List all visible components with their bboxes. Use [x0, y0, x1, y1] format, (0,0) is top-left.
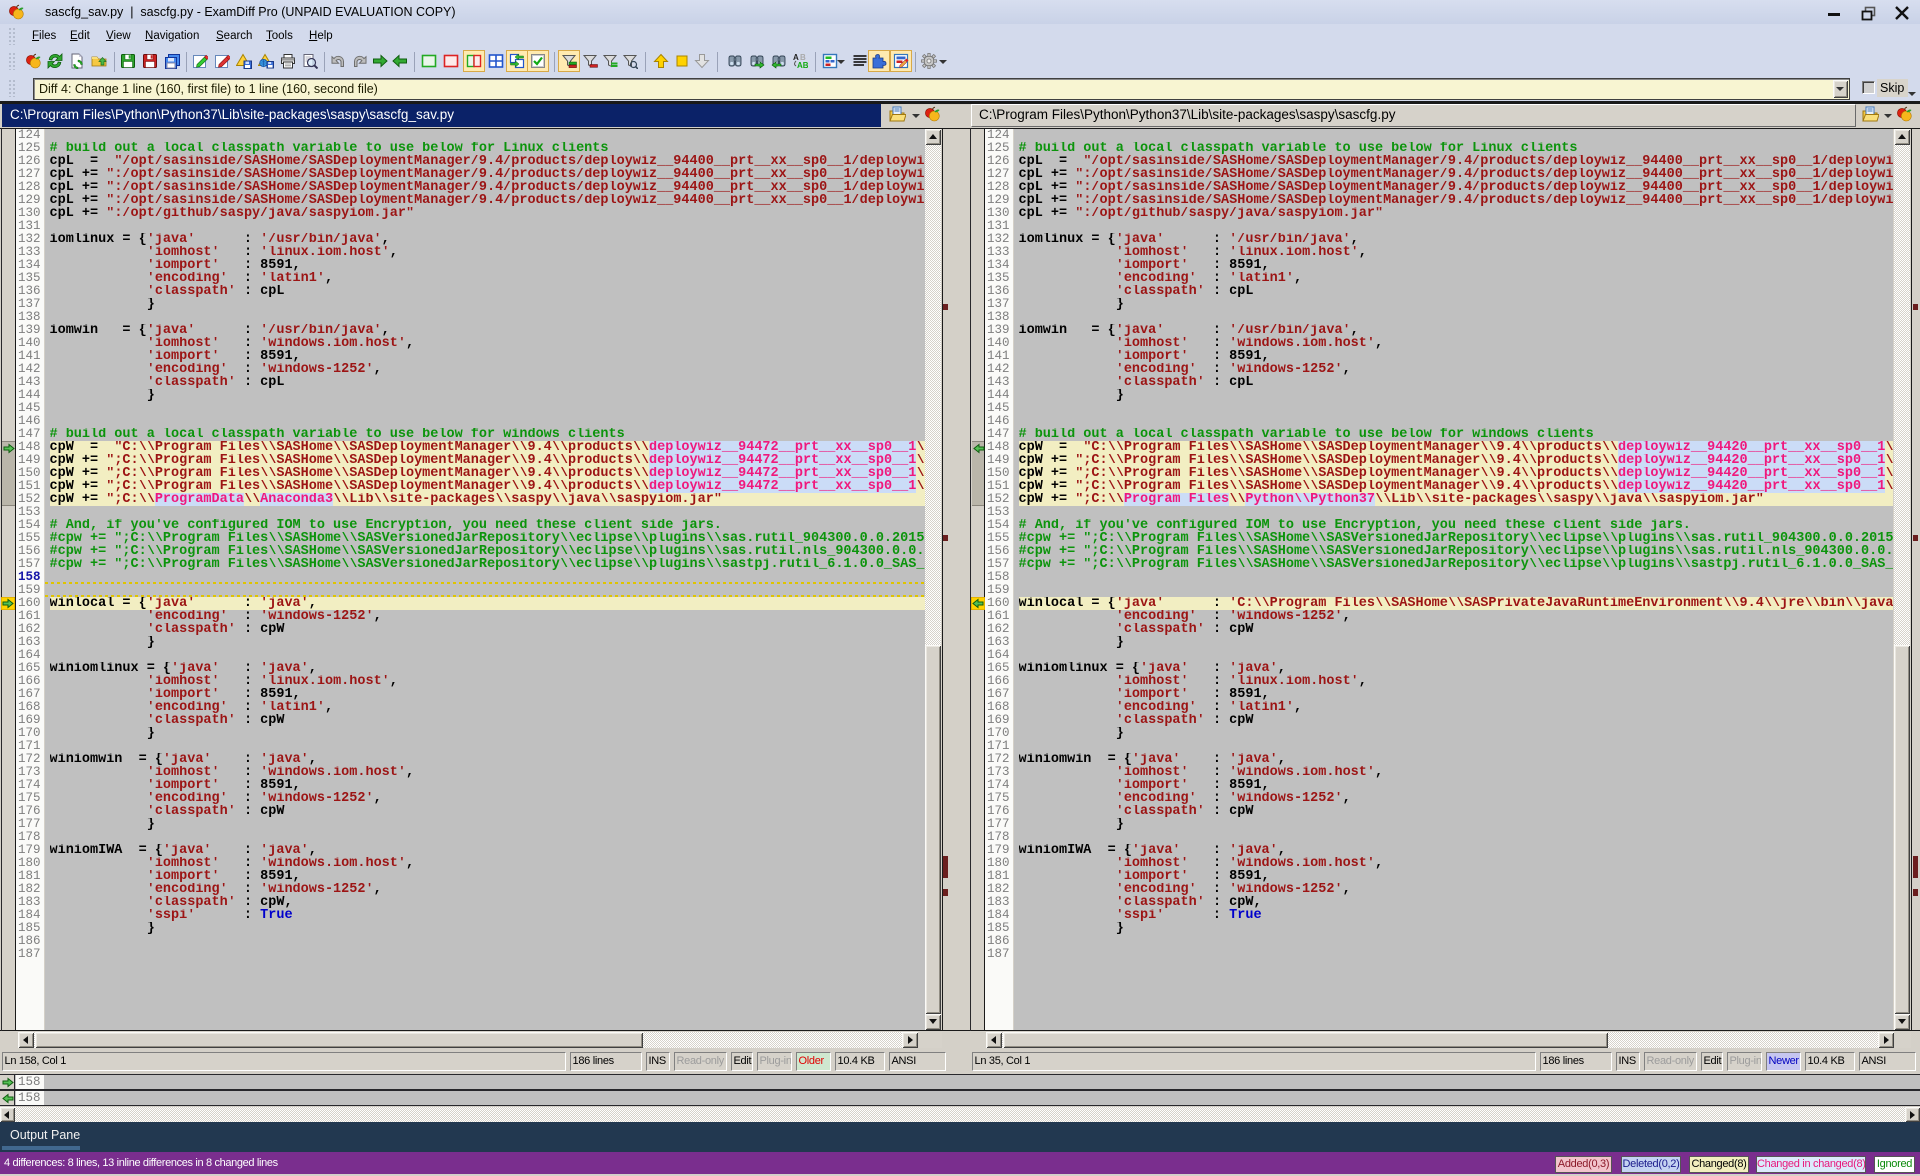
svg-text:AB: AB: [797, 61, 808, 69]
